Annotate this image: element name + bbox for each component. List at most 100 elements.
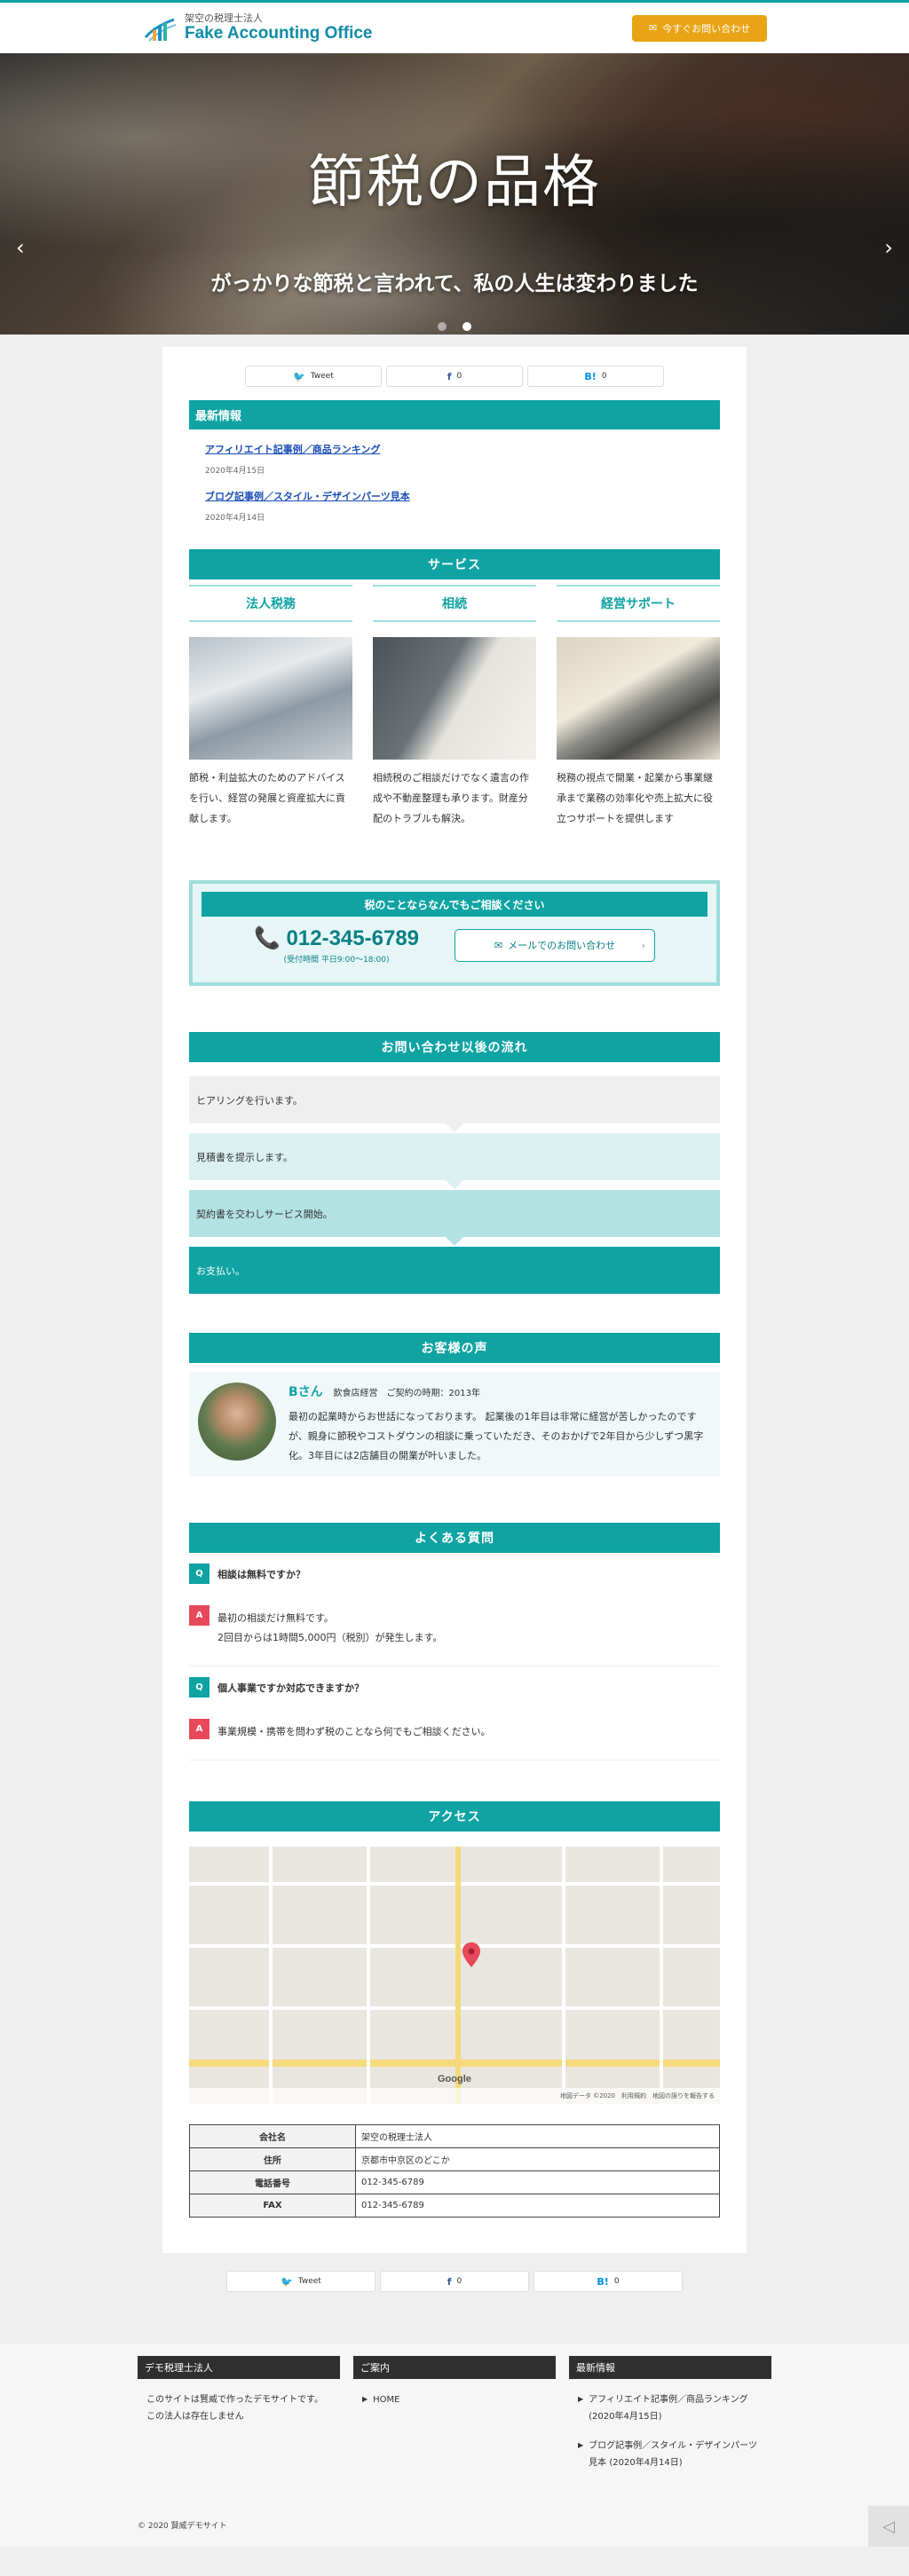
- news-date-1: 2020年4月15日: [205, 467, 265, 476]
- service-text: 税務の視点で開業・起業から事業継承まで業務の効率化や売上拡大に役立つサポートを提…: [557, 772, 713, 825]
- facebook-share-button[interactable]: f 0: [380, 2271, 529, 2293]
- access-section: アクセス Google 地図データ ©2020 利用規約 地図の誤りを報告する …: [189, 1801, 720, 2218]
- faq-heading: よくある質問: [189, 1523, 720, 1554]
- phone-number[interactable]: 📞 012-345-6789: [254, 926, 419, 951]
- mail-contact-button[interactable]: ✉ メールでのお問い合わせ ›: [454, 928, 656, 962]
- services-grid: 法人税務 節税・利益拡大のためのアドバイスを行い、経営の発展と資産拡大に貢献しま…: [189, 585, 720, 829]
- footer-news-item-2[interactable]: ▶ ブログ記事例／スタイル・デザインパーツ見本 (2020年4月14日): [578, 2438, 763, 2471]
- hero-title: 節税の品格: [308, 150, 601, 216]
- slider-dot-1[interactable]: [438, 322, 447, 331]
- tweet-button[interactable]: 🐦 Tweet: [226, 2271, 375, 2293]
- faq-answer-text: 最初の相談だけ無料です。 2回目からは1時間5,000円（税別）が発生します。: [217, 1612, 443, 1644]
- testimonial-name: Bさん: [289, 1385, 323, 1400]
- footer-nav-heading: ご案内: [353, 2356, 556, 2380]
- tweet-label: Tweet: [310, 372, 334, 381]
- company-info-table: 会社名 架空の税理士法人 住所 京都市中京区のどこか 電話番号 012-345-…: [189, 2124, 720, 2218]
- chevron-right-icon: ›: [641, 939, 646, 951]
- faq-answer: A 事業規模・携帯を問わず税のことなら何でもご相談ください。: [189, 1719, 720, 1742]
- triangle-right-icon: ▶: [362, 2395, 368, 2404]
- footer-news-heading: 最新情報: [569, 2356, 771, 2380]
- facebook-icon: f: [447, 370, 452, 382]
- hero-subtitle: がっかりな節税と言われて、私の人生は変わりました: [210, 272, 699, 295]
- service-text: 節税・利益拡大のためのアドバイスを行い、経営の発展と資産拡大に貢献します。: [189, 772, 345, 825]
- service-title: 経営サポート: [557, 585, 720, 622]
- service-card-management-support: 経営サポート 税務の視点で開業・起業から事業継承まで業務の効率化や売上拡大に役立…: [557, 585, 720, 829]
- faq-item: Q 相談は無料ですか？ A 最初の相談だけ無料です。 2回目からは1時間5,00…: [189, 1553, 720, 1667]
- map-credit: 地図データ ©2020 利用規約 地図の誤りを報告する: [189, 2088, 720, 2105]
- hatena-count: 0: [613, 2277, 620, 2287]
- footer-about-heading: デモ税理士法人: [138, 2356, 340, 2380]
- site-header: 架空の税理士法人 Fake Accounting Office ✉ 今すぐお問い…: [0, 0, 909, 53]
- services-section: サービス 法人税務 節税・利益拡大のためのアドバイスを行い、経営の発展と資産拡大…: [189, 549, 720, 829]
- mail-contact-label: メールでのお問い合わせ: [508, 940, 616, 952]
- embedded-map[interactable]: Google 地図データ ©2020 利用規約 地図の誤りを報告する: [189, 1847, 720, 2105]
- answer-badge: A: [189, 1605, 209, 1627]
- table-row: 会社名 架空の税理士法人: [189, 2124, 720, 2149]
- facebook-share-button[interactable]: f 0: [386, 366, 523, 387]
- news-link-1[interactable]: アフィリエイト記事例／商品ランキング: [205, 444, 380, 455]
- contact-heading: 税のことならなんでもご相談ください: [202, 892, 707, 918]
- table-row: 住所 京都市中京区のどこか: [189, 2147, 720, 2172]
- page: 架空の税理士法人 Fake Accounting Office ✉ 今すぐお問い…: [0, 0, 909, 2548]
- faq-item: Q 個人事業ですか対応できますか？ A 事業規模・携帯を問わず税のことなら何でも…: [189, 1666, 720, 1761]
- answer-badge: A: [189, 1719, 209, 1740]
- footer-news-item-1[interactable]: ▶ アフィリエイト記事例／商品ランキング (2020年4月15日): [578, 2391, 763, 2425]
- flow-heading: お問い合わせ以後の流れ: [189, 1032, 720, 1063]
- footer-nav-home[interactable]: ▶ HOME: [362, 2391, 547, 2408]
- facebook-count: 0: [456, 372, 462, 381]
- service-image-laptop: [189, 637, 352, 760]
- service-image-calculator: [557, 637, 720, 760]
- back-to-top-button[interactable]: ◁: [868, 2506, 909, 2548]
- arrow-up-icon: ◁: [882, 2517, 895, 2536]
- testimonial-section: お客様の声 Bさん 飲食店経営 ご契約の時期：2013年 最初の起業時からお世話…: [189, 1333, 720, 1477]
- tweet-button[interactable]: 🐦 Tweet: [245, 366, 382, 387]
- hatena-bookmark-button[interactable]: B! 0: [527, 366, 664, 387]
- service-text: 相続税のご相談だけでなく遺言の作成や不動産整理も承ります。財産分配のトラブルも解…: [373, 772, 529, 825]
- footer-news: 最新情報 ▶ アフィリエイト記事例／商品ランキング (2020年4月15日) ▶…: [569, 2356, 771, 2484]
- footer-news-date: (2020年4月14日): [609, 2458, 683, 2469]
- footer-columns: デモ税理士法人 このサイトは賢威で作ったデモサイトです。 この法人は存在しません…: [138, 2356, 771, 2484]
- slider-dots: [0, 322, 909, 331]
- service-title: 相続: [373, 585, 536, 622]
- hatena-count: 0: [601, 372, 607, 381]
- table-key: 会社名: [189, 2124, 356, 2149]
- footer-about-text: このサイトは賢威で作ったデモサイトです。 この法人は存在しません: [146, 2395, 323, 2422]
- faq-question: Q 相談は無料ですか？: [189, 1564, 720, 1585]
- copyright: © 2020 賢威デモサイト: [138, 2522, 227, 2532]
- share-bar-top: 🐦 Tweet f 0 B! 0: [189, 347, 720, 387]
- phone-block: 📞 012-345-6789 (受付時間 平日9:00～18:00): [254, 926, 419, 965]
- main-content: 🐦 Tweet f 0 B! 0 最新情報 アフィリエイト記事例／商品ランキング…: [162, 347, 747, 2254]
- table-value: 架空の税理士法人: [355, 2124, 720, 2149]
- news-link-2[interactable]: ブログ記事例／スタイル・デザインパーツ見本: [205, 491, 410, 502]
- testimonial-heading: お客様の声: [189, 1333, 720, 1364]
- contact-body: 📞 012-345-6789 (受付時間 平日9:00～18:00) ✉ メール…: [202, 926, 707, 965]
- business-hours: (受付時間 平日9:00～18:00): [283, 956, 390, 965]
- hatena-bookmark-button[interactable]: B! 0: [534, 2271, 683, 2293]
- site-logo[interactable]: 架空の税理士法人 Fake Accounting Office: [142, 11, 373, 46]
- phone-icon: 📞: [253, 926, 281, 951]
- slider-dot-2[interactable]: [462, 322, 471, 331]
- faq-answer: A 最初の相談だけ無料です。 2回目からは1時間5,000円（税別）が発生します…: [189, 1605, 720, 1648]
- logo-subtitle: 架空の税理士法人: [185, 12, 263, 24]
- slider-prev-icon[interactable]: ‹: [16, 235, 25, 260]
- table-value: 012-345-6789: [355, 2170, 720, 2195]
- avatar: [198, 1383, 276, 1461]
- slider-next-icon[interactable]: ›: [884, 235, 893, 260]
- faq-question: Q 個人事業ですか対応できますか？: [189, 1677, 720, 1698]
- mail-icon: ✉: [494, 939, 503, 951]
- flow-steps: ヒアリングを行います。 見積書を提示します。 契約書を交わしサービス開始。 お支…: [189, 1076, 720, 1295]
- footer-news-date: (2020年4月15日): [589, 2412, 662, 2422]
- header-contact-button[interactable]: ✉ 今すぐお問い合わせ: [632, 14, 767, 42]
- services-heading: サービス: [189, 549, 720, 579]
- table-row: 電話番号 012-345-6789: [189, 2170, 720, 2195]
- question-badge: Q: [189, 1677, 209, 1698]
- testimonial-text: 最初の起業時からお世話になっております。 起業後の1年目は非常に経営が苦しかった…: [289, 1411, 704, 1462]
- twitter-icon: 🐦: [293, 370, 305, 382]
- faq-question-text: 個人事業ですか対応できますか？: [217, 1682, 364, 1695]
- table-key: FAX: [189, 2194, 356, 2218]
- service-card-inheritance: 相続 相続税のご相談だけでなく遺言の作成や不動産整理も承ります。財産分配のトラブ…: [373, 585, 536, 829]
- header-contact-label: 今すぐお問い合わせ: [662, 22, 751, 35]
- phone-number-text: 012-345-6789: [286, 926, 420, 951]
- logo-mark-icon: [142, 11, 179, 46]
- site-footer: デモ税理士法人 このサイトは賢威で作ったデモサイトです。 この法人は存在しません…: [0, 2344, 909, 2548]
